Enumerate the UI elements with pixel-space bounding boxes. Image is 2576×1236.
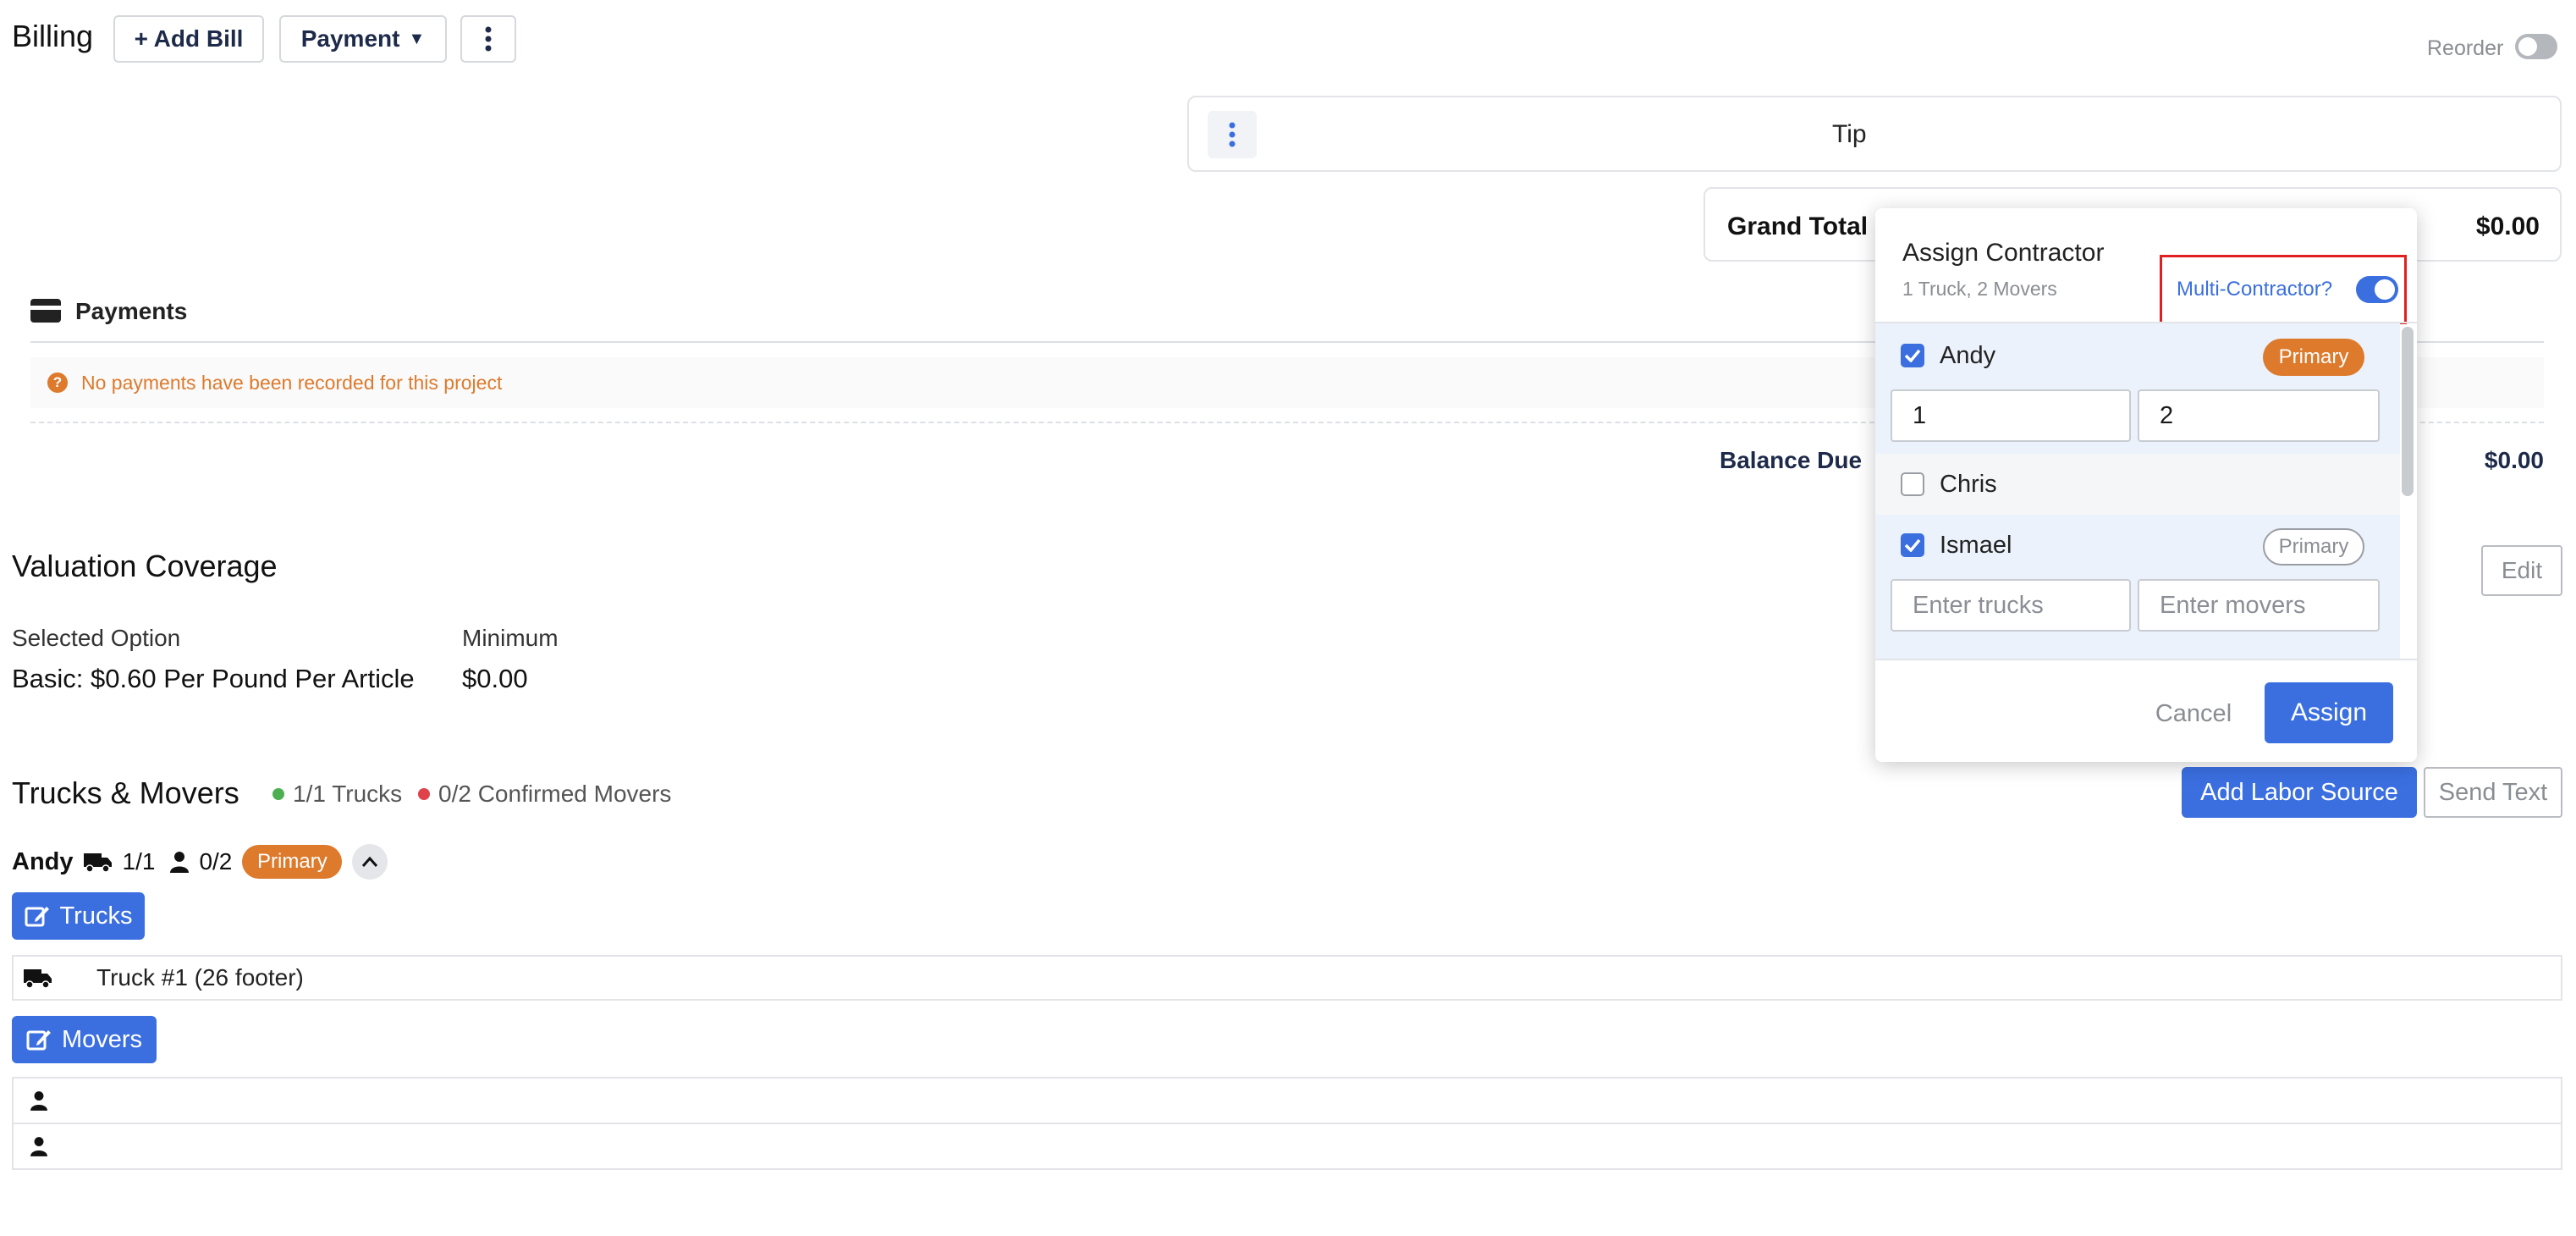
trucks-status-text: 1/1 Trucks — [293, 781, 403, 807]
credit-card-icon — [30, 299, 61, 323]
reorder-label: Reorder — [2427, 36, 2504, 60]
minimum-label: Minimum — [462, 625, 559, 651]
truck-icon — [83, 853, 112, 873]
trucks-movers-title: Trucks & Movers — [12, 775, 239, 810]
minimum-value: $0.00 — [462, 664, 528, 693]
primary-badge: Primary — [242, 845, 343, 879]
assign-button[interactable]: Assign — [2265, 682, 2393, 743]
payments-title: Payments — [75, 298, 188, 324]
movers-input[interactable]: Enter movers — [2138, 579, 2380, 632]
grand-total-label: Grand Total — [1727, 212, 1869, 240]
mover-list-item — [12, 1123, 2562, 1170]
contractor-name: Andy — [12, 847, 74, 875]
payment-dropdown-button[interactable]: Payment ▼ — [279, 15, 447, 63]
modal-subtitle: 1 Truck, 2 Movers — [1902, 278, 2057, 300]
contractor-option-name: Ismael — [1940, 532, 2012, 559]
truck-item-label: Truck #1 (26 footer) — [96, 964, 304, 990]
movers-button-label: Movers — [61, 1025, 143, 1053]
contractor-checkbox[interactable] — [1901, 533, 1924, 557]
edit-icon — [26, 1030, 51, 1051]
question-icon: ? — [47, 372, 68, 393]
grand-total-value: $0.00 — [2475, 212, 2540, 240]
check-icon — [1904, 538, 1921, 552]
movers-input[interactable]: 2 — [2138, 389, 2380, 442]
multi-contractor-label: Multi-Contractor? — [2177, 278, 2333, 301]
contractor-trucks-count: 1/1 — [122, 848, 156, 875]
contractor-list-scrollbar[interactable] — [2402, 327, 2414, 496]
vertical-dots-icon — [1229, 122, 1236, 147]
mover-list-item — [12, 1077, 2562, 1124]
more-options-button[interactable] — [460, 15, 516, 63]
trucks-input[interactable]: Enter trucks — [1891, 579, 2131, 632]
payment-label: Payment — [300, 25, 400, 52]
valuation-title: Valuation Coverage — [12, 549, 278, 583]
primary-badge[interactable]: Primary — [2263, 339, 2364, 376]
contractor-list[interactable]: Andy Primary 1 2 Chris Ismael Primary En… — [1875, 322, 2417, 660]
red-status-dot — [418, 788, 430, 800]
trucks-status: 1/1 Trucks — [272, 781, 402, 808]
truck-list-item: Truck #1 (26 footer) — [12, 955, 2562, 1001]
cancel-button[interactable]: Cancel — [2133, 684, 2254, 743]
trucks-button-label: Trucks — [59, 902, 133, 930]
edit-movers-button[interactable]: Movers — [12, 1016, 157, 1063]
contractor-checkbox[interactable] — [1901, 344, 1924, 367]
green-status-dot — [272, 788, 284, 800]
contractor-option: Ismael Primary Enter trucks Enter movers — [1875, 515, 2400, 659]
valuation-edit-button[interactable]: Edit — [2481, 545, 2562, 596]
primary-badge[interactable]: Primary — [2263, 528, 2364, 566]
person-icon — [30, 1091, 47, 1111]
contractor-movers-count: 0/2 — [199, 848, 233, 875]
collapse-button[interactable] — [352, 844, 388, 880]
truck-icon — [24, 969, 52, 989]
tip-row: Tip — [1187, 96, 2562, 172]
check-icon — [1904, 349, 1921, 362]
modal-title: Assign Contractor — [1902, 239, 2105, 267]
person-icon — [30, 1137, 47, 1156]
contractor-option: Andy Primary 1 2 — [1875, 323, 2400, 454]
contractor-checkbox[interactable] — [1901, 472, 1924, 496]
tip-label: Tip — [1832, 120, 1867, 148]
payments-notice-text: No payments have been recorded for this … — [81, 371, 503, 394]
send-text-button[interactable]: Send Text — [2424, 767, 2562, 818]
caret-down-icon: ▼ — [408, 29, 426, 48]
balance-due-value: $0.00 — [2484, 447, 2544, 473]
selected-option-label: Selected Option — [12, 625, 181, 651]
trucks-input[interactable]: 1 — [1891, 389, 2131, 442]
reorder-toggle[interactable] — [2515, 34, 2557, 59]
chevron-up-icon — [362, 856, 378, 867]
multi-contractor-toggle[interactable] — [2356, 276, 2398, 303]
person-icon — [170, 852, 190, 873]
contractor-option-name: Andy — [1940, 342, 1996, 369]
edit-icon — [25, 907, 49, 927]
selected-option-value: Basic: $0.60 Per Pound Per Article — [12, 664, 415, 693]
page-title: Billing — [12, 19, 94, 53]
contractor-option-name: Chris — [1940, 471, 1997, 498]
add-bill-button[interactable]: + Add Bill — [113, 15, 264, 63]
edit-trucks-button[interactable]: Trucks — [12, 892, 145, 940]
contractor-summary: Andy 1/1 0/2 Primary — [12, 843, 388, 880]
vertical-dots-icon — [485, 26, 492, 52]
movers-status-text: 0/2 Confirmed Movers — [438, 781, 672, 807]
tip-options-button[interactable] — [1208, 111, 1257, 158]
add-labor-source-button[interactable]: Add Labor Source — [2182, 767, 2417, 818]
assign-contractor-modal: Assign Contractor 1 Truck, 2 Movers Mult… — [1875, 208, 2417, 762]
movers-status: 0/2 Confirmed Movers — [418, 781, 671, 808]
balance-due-label: Balance Due — [1720, 447, 1863, 473]
contractor-option: Chris — [1875, 454, 2400, 515]
